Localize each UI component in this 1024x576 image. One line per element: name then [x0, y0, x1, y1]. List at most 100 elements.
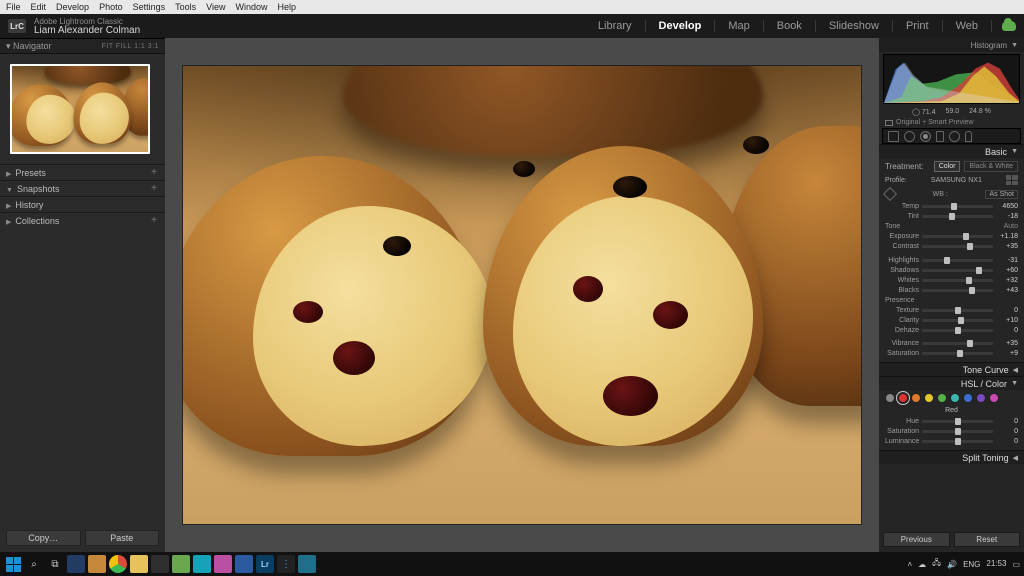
hsl-blue[interactable] — [963, 393, 973, 403]
taskbar-app-1[interactable] — [67, 555, 85, 573]
clarity-slider[interactable]: Clarity+10 — [885, 315, 1018, 325]
wb-preset[interactable]: As Shot — [985, 190, 1018, 199]
menu-edit[interactable]: Edit — [31, 2, 47, 12]
blacks-slider[interactable]: Blacks+43 — [885, 285, 1018, 295]
hsl-green[interactable] — [937, 393, 947, 403]
panel-presets[interactable]: ▶Presets + — [0, 164, 165, 180]
taskbar-lightroom-icon[interactable]: Lr — [256, 555, 274, 573]
hsl-magenta[interactable] — [989, 393, 999, 403]
contrast-slider[interactable]: Contrast+35 — [885, 241, 1018, 251]
reset-button[interactable]: Reset — [954, 532, 1021, 547]
taskbar-app-3[interactable] — [151, 555, 169, 573]
tray-clock[interactable]: 21:53 — [986, 559, 1006, 568]
module-web[interactable]: Web — [953, 18, 981, 34]
taskbar-app-5[interactable] — [193, 555, 211, 573]
tray-chevron-icon[interactable]: ˄ — [908, 560, 913, 569]
app-menu-bar[interactable]: File Edit Develop Photo Settings Tools V… — [0, 0, 1024, 14]
hsl-purple[interactable] — [976, 393, 986, 403]
add-collection-icon[interactable]: + — [151, 215, 157, 226]
search-icon[interactable]: ⌕ — [25, 555, 43, 573]
taskbar-app-7[interactable] — [235, 555, 253, 573]
previous-button[interactable]: Previous — [883, 532, 950, 547]
exposure-slider[interactable]: Exposure+1.18 — [885, 231, 1018, 241]
start-button[interactable] — [4, 555, 22, 573]
radial-filter-icon[interactable] — [949, 131, 960, 142]
histogram-header[interactable]: Histogram▼ — [879, 38, 1024, 52]
tonecurve-panel-header[interactable]: Tone Curve◀ — [879, 363, 1024, 376]
menu-help[interactable]: Help — [278, 2, 297, 12]
module-print[interactable]: Print — [903, 18, 932, 34]
menu-view[interactable]: View — [206, 2, 225, 12]
splittoning-panel-header[interactable]: Split Toning◀ — [879, 451, 1024, 464]
menu-settings[interactable]: Settings — [133, 2, 166, 12]
add-snapshot-icon[interactable]: + — [151, 183, 157, 194]
module-book[interactable]: Book — [774, 18, 805, 34]
saturation-slider[interactable]: Saturation+9 — [885, 348, 1018, 358]
menu-file[interactable]: File — [6, 2, 21, 12]
hsl-sat-slider[interactable]: Saturation0 — [885, 426, 1018, 436]
menu-tools[interactable]: Tools — [175, 2, 196, 12]
hsl-red[interactable] — [898, 393, 908, 403]
texture-slider[interactable]: Texture0 — [885, 305, 1018, 315]
highlights-slider[interactable]: Highlights-31 — [885, 255, 1018, 265]
profile-value[interactable]: SAMSUNG NX1 — [931, 177, 982, 184]
tray-onedrive-icon[interactable]: ☁ — [918, 560, 926, 569]
taskbar-app-6[interactable] — [214, 555, 232, 573]
grad-filter-icon[interactable] — [936, 131, 944, 142]
shadows-slider[interactable]: Shadows+60 — [885, 265, 1018, 275]
tint-slider[interactable]: Tint -18 — [885, 211, 1018, 221]
dehaze-slider[interactable]: Dehaze0 — [885, 325, 1018, 335]
panel-snapshots[interactable]: ▼Snapshots + — [0, 180, 165, 196]
histogram[interactable] — [883, 54, 1020, 104]
module-library[interactable]: Library — [595, 18, 635, 34]
auto-tone-button[interactable]: Auto — [1004, 223, 1018, 230]
wb-eyedropper-icon[interactable] — [883, 187, 897, 201]
basic-panel-header[interactable]: Basic▼ — [879, 145, 1024, 158]
taskbar-app-9[interactable] — [298, 555, 316, 573]
navigator-header[interactable]: ▾ Navigator FIT FILL 1:1 3:1 — [0, 38, 165, 54]
module-develop[interactable]: Develop — [656, 18, 705, 34]
hsl-color-picker[interactable] — [879, 390, 1024, 406]
taskview-icon[interactable]: ⧉ — [46, 555, 64, 573]
spot-tool-icon[interactable] — [904, 131, 915, 142]
hsl-all-icon[interactable] — [885, 393, 895, 403]
module-picker[interactable]: Library Develop Map Book Slideshow Print… — [595, 18, 1016, 34]
vibrance-slider[interactable]: Vibrance+35 — [885, 338, 1018, 348]
hsl-orange[interactable] — [911, 393, 921, 403]
taskbar-explorer-icon[interactable] — [130, 555, 148, 573]
menu-develop[interactable]: Develop — [56, 2, 89, 12]
temp-slider[interactable]: Temp 4650 — [885, 201, 1018, 211]
tray-volume-icon[interactable]: 🔊 — [947, 560, 957, 569]
treatment-bw[interactable]: Black & White — [964, 161, 1018, 172]
taskbar-app-2[interactable] — [88, 555, 106, 573]
tray-lang[interactable]: ENG — [963, 560, 980, 569]
taskbar-app-8[interactable]: ⋮ — [277, 555, 295, 573]
profile-browser-icon[interactable] — [1006, 175, 1018, 185]
hsl-hue-slider[interactable]: Hue0 — [885, 416, 1018, 426]
tray-notifications-icon[interactable]: ▭ — [1012, 560, 1020, 569]
module-slideshow[interactable]: Slideshow — [826, 18, 882, 34]
windows-taskbar[interactable]: ⌕ ⧉ Lr ⋮ ˄ ☁ 🖧 🔊 ENG 21:53 ▭ — [0, 552, 1024, 576]
taskbar-app-4[interactable] — [172, 555, 190, 573]
paste-settings-button[interactable]: Paste — [85, 530, 160, 546]
treatment-color[interactable]: Color — [934, 161, 961, 172]
navigator-thumbnail[interactable] — [10, 64, 150, 154]
module-map[interactable]: Map — [725, 18, 752, 34]
hsl-panel-header[interactable]: HSL / Color▼ — [879, 377, 1024, 390]
taskbar-chrome-icon[interactable] — [109, 555, 127, 573]
navigator-zoom-modes[interactable]: FIT FILL 1:1 3:1 — [102, 43, 159, 50]
sync-status-icon[interactable] — [1002, 21, 1016, 31]
hsl-yellow[interactable] — [924, 393, 934, 403]
menu-window[interactable]: Window — [236, 2, 268, 12]
tray-network-icon[interactable]: 🖧 — [932, 557, 941, 571]
copy-settings-button[interactable]: Copy… — [6, 530, 81, 546]
hsl-lum-slider[interactable]: Luminance0 — [885, 436, 1018, 446]
redeye-tool-icon[interactable] — [920, 131, 931, 142]
hsl-aqua[interactable] — [950, 393, 960, 403]
panel-history[interactable]: ▶History — [0, 196, 165, 212]
brush-tool-icon[interactable] — [965, 131, 972, 142]
photo-canvas[interactable] — [182, 65, 862, 525]
whites-slider[interactable]: Whites+32 — [885, 275, 1018, 285]
develop-toolstrip[interactable] — [882, 128, 1021, 144]
menu-photo[interactable]: Photo — [99, 2, 123, 12]
